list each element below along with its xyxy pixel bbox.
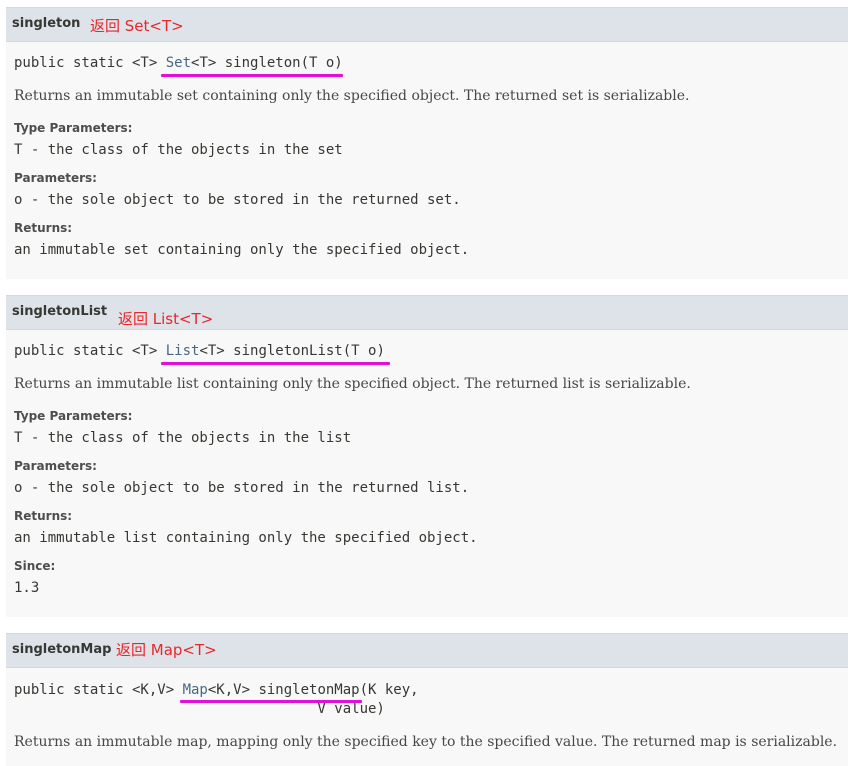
method-name: singletonList (12, 304, 108, 319)
method-name: singletonMap (12, 642, 112, 657)
since-value: 1.3 (14, 580, 40, 596)
highlight-underline (180, 700, 362, 703)
returns-label: Returns: (14, 221, 73, 235)
annotation-note: 返回 List<T> (118, 310, 214, 328)
method-block-singletonlist: singletonList 返回 List<T> public static <… (6, 295, 848, 617)
method-header: singleton 返回 Set<T> (6, 7, 848, 42)
type-parameters-value: T - the class of the objects in the set (14, 142, 343, 158)
method-description: Returns an immutable list containing onl… (14, 376, 691, 392)
method-signature: public static <T> Set<T> singleton(T o) (14, 55, 343, 71)
method-name: singleton (12, 16, 81, 31)
type-parameters-label: Type Parameters: (14, 409, 133, 423)
returns-value: an immutable set containing only the spe… (14, 242, 470, 258)
since-label: Since: (14, 559, 56, 573)
highlight-underline (161, 74, 343, 77)
annotation-note: 返回 Set<T> (90, 17, 184, 35)
parameters-value: o - the sole object to be stored in the … (14, 480, 470, 496)
method-description: Returns an immutable set containing only… (14, 88, 690, 104)
return-type-link[interactable]: List (166, 343, 200, 359)
type-parameters-value: T - the class of the objects in the list (14, 430, 352, 446)
annotation-note: 返回 Map<T> (116, 641, 217, 659)
type-parameters-label: Type Parameters: (14, 121, 133, 135)
parameters-label: Parameters: (14, 459, 97, 473)
method-header: singletonList 返回 List<T> (6, 295, 848, 330)
method-description: Returns an immutable map, mapping only t… (14, 734, 838, 750)
highlight-underline (161, 362, 390, 365)
parameters-value: o - the sole object to be stored in the … (14, 192, 461, 208)
return-type-link[interactable]: Map (183, 682, 208, 698)
method-block-singleton: singleton 返回 Set<T> public static <T> Se… (6, 7, 848, 279)
returns-value: an immutable list containing only the sp… (14, 530, 478, 546)
return-type-link[interactable]: Set (166, 55, 191, 71)
returns-label: Returns: (14, 509, 73, 523)
method-block-singletonmap: singletonMap 返回 Map<T> public static <K,… (6, 633, 848, 766)
parameters-label: Parameters: (14, 171, 97, 185)
method-header: singletonMap 返回 Map<T> (6, 633, 848, 668)
method-signature: public static <T> List<T> singletonList(… (14, 343, 385, 359)
